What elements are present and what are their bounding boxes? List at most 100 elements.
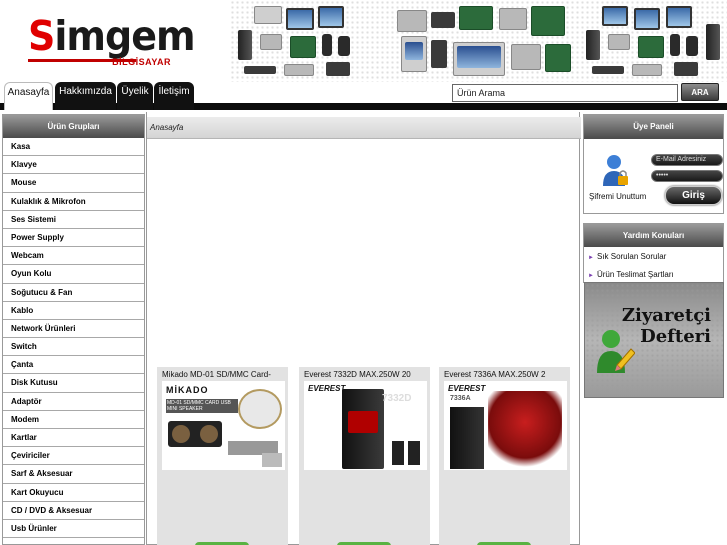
- product-image-model: 7336A: [450, 395, 471, 402]
- speaker-cone-graphic: [172, 425, 190, 443]
- device-graphic: [674, 62, 698, 76]
- category-item[interactable]: Çeviriciler: [3, 447, 144, 466]
- category-item[interactable]: Soğutucu & Fan: [3, 284, 144, 302]
- category-item[interactable]: Sarf & Aksesuar: [3, 465, 144, 484]
- category-item[interactable]: CD / DVD & Aksesuar: [3, 502, 144, 520]
- printer-graphic: [260, 34, 282, 50]
- category-item[interactable]: Kablo: [3, 302, 144, 320]
- tab-iletisim[interactable]: İletişim: [154, 82, 194, 110]
- forgot-password-link[interactable]: Şifremi Unuttum: [589, 192, 646, 201]
- logo-subtitle: BİLGİSAYAR: [112, 57, 171, 67]
- main-nav: Anasayfa Hakkımızda Üyelik İletişim ARA: [0, 82, 727, 110]
- category-item[interactable]: Switch: [3, 338, 144, 357]
- banner-products-image-2: [395, 4, 575, 82]
- category-item[interactable]: Kart Okuyucu: [3, 484, 144, 502]
- category-item[interactable]: Webcam: [3, 247, 144, 266]
- category-item[interactable]: Power Supply: [3, 229, 144, 248]
- product-image-caption: MD-01 SD/MMC CARD USB MINI SPEAKER: [166, 399, 238, 413]
- product-image-brand: EVEREST: [308, 384, 346, 393]
- category-item[interactable]: Modem: [3, 411, 144, 429]
- product-image-brand: MİKADO: [166, 385, 209, 395]
- tower-graphic: [586, 30, 600, 60]
- category-item[interactable]: Kulaklık & Mikrofon: [3, 193, 144, 211]
- product-card[interactable]: Mikado MD-01 SD/MMC Card- MİKADO MD-01 S…: [157, 367, 288, 545]
- user-lock-icon: [603, 155, 628, 186]
- help-panel-title: Yardım Konuları: [584, 224, 723, 247]
- drive-graphic: [431, 12, 455, 28]
- product-search-input[interactable]: [452, 84, 678, 102]
- logo-initial: S: [28, 12, 55, 60]
- monitor-graphic: [286, 8, 314, 30]
- speaker-graphic: [322, 34, 332, 56]
- category-item[interactable]: Oyun Kolu: [3, 265, 144, 284]
- category-item[interactable]: Adaptör: [3, 393, 144, 411]
- monitor-graphic: [318, 6, 344, 28]
- board-graphic: [459, 6, 493, 30]
- category-item[interactable]: Çanta: [3, 356, 144, 375]
- right-sidebar: Üye Paneli Giriş Şifremi Unuttum Yardım …: [583, 114, 724, 545]
- email-field[interactable]: [651, 154, 723, 166]
- category-item[interactable]: Kasa: [3, 138, 144, 157]
- speaker-graphic: [686, 36, 698, 56]
- password-field[interactable]: [651, 170, 723, 182]
- product-card[interactable]: Everest 7336A MAX.250W 2 EVEREST 7336A: [439, 367, 570, 545]
- guestbook-title: Ziyaretçi: [621, 305, 711, 326]
- keyboard-graphic: [592, 66, 624, 74]
- login-button[interactable]: Giriş: [665, 186, 722, 205]
- board-graphic: [531, 6, 565, 36]
- board-graphic: [545, 44, 571, 72]
- category-list: Kasa Klavye Mouse Kulaklık & Mikrofon Ses Si…: [3, 138, 144, 539]
- tab-uyelik[interactable]: Üyelik: [117, 82, 153, 110]
- category-item[interactable]: Usb Ürünler: [3, 520, 144, 539]
- robot-graphic: [488, 391, 562, 469]
- category-item[interactable]: Network Ürünleri: [3, 320, 144, 339]
- category-item[interactable]: Kartlar: [3, 429, 144, 448]
- guestbook-banner[interactable]: Ziyaretçi Defteri: [584, 282, 724, 398]
- category-item[interactable]: Klavye: [3, 156, 144, 175]
- drive-graphic: [499, 8, 527, 30]
- monitor-graphic: [602, 6, 628, 26]
- product-card[interactable]: Everest 7332D MAX.250W 20 EVEREST 7332D: [299, 367, 430, 545]
- tower-graphic: [238, 30, 252, 60]
- product-image[interactable]: EVEREST 7336A: [444, 381, 567, 470]
- product-name[interactable]: Everest 7332D MAX.250W 20: [299, 367, 430, 380]
- screen-graphic: [457, 46, 501, 68]
- drive-graphic: [511, 44, 541, 70]
- product-image[interactable]: MİKADO MD-01 SD/MMC CARD USB MINI SPEAKE…: [162, 381, 285, 470]
- drive-graphic: [397, 10, 427, 32]
- triangle-bullet-icon: ►: [588, 255, 594, 261]
- category-item[interactable]: Disk Kutusu: [3, 374, 144, 393]
- speaker-cone-graphic: [200, 425, 218, 443]
- help-link-delivery[interactable]: ► Ürün Teslimat Şartları: [588, 270, 674, 279]
- guestbook-subtitle: Defteri: [640, 326, 711, 347]
- device-graphic: [284, 64, 314, 76]
- product-name[interactable]: Mikado MD-01 SD/MMC Card-: [157, 367, 288, 380]
- product-name[interactable]: Everest 7336A MAX.250W 2: [439, 367, 570, 380]
- search-button[interactable]: ARA: [681, 83, 719, 101]
- product-image[interactable]: EVEREST 7332D: [304, 381, 427, 470]
- site-logo[interactable]: Simgem BİLGİSAYAR: [28, 12, 196, 68]
- member-panel-title: Üye Paneli: [584, 115, 723, 139]
- help-panel: Yardım Konuları ► Sık Sorulan Sorular ► Ür…: [583, 223, 724, 283]
- banner-products-image-3: [582, 4, 722, 82]
- tab-hakkimizda[interactable]: Hakkımızda: [55, 82, 116, 110]
- banner-products-image-1: [234, 4, 362, 82]
- speaker-graphic: [392, 441, 404, 465]
- speaker-graphic: [338, 36, 350, 56]
- category-item[interactable]: Mouse: [3, 174, 144, 193]
- monitor-graphic: [634, 8, 660, 30]
- screen-graphic: [405, 42, 423, 60]
- accessory-graphic: [262, 453, 282, 467]
- help-link-label[interactable]: Ürün Teslimat Şartları: [597, 270, 674, 279]
- device-graphic: [632, 64, 662, 76]
- help-link-faq[interactable]: ► Sık Sorulan Sorular: [588, 252, 666, 261]
- device-graphic: [326, 62, 350, 76]
- category-item[interactable]: Ses Sistemi: [3, 211, 144, 229]
- help-link-label[interactable]: Sık Sorulan Sorular: [597, 252, 666, 261]
- product-image-brand: EVEREST: [448, 384, 486, 393]
- pc-case-graphic: [450, 407, 484, 469]
- tab-anasayfa[interactable]: Anasayfa: [4, 82, 53, 110]
- product-image-model: 7332D: [382, 393, 412, 404]
- breadcrumb: Anasayfa: [147, 117, 581, 139]
- device-graphic: [238, 389, 282, 429]
